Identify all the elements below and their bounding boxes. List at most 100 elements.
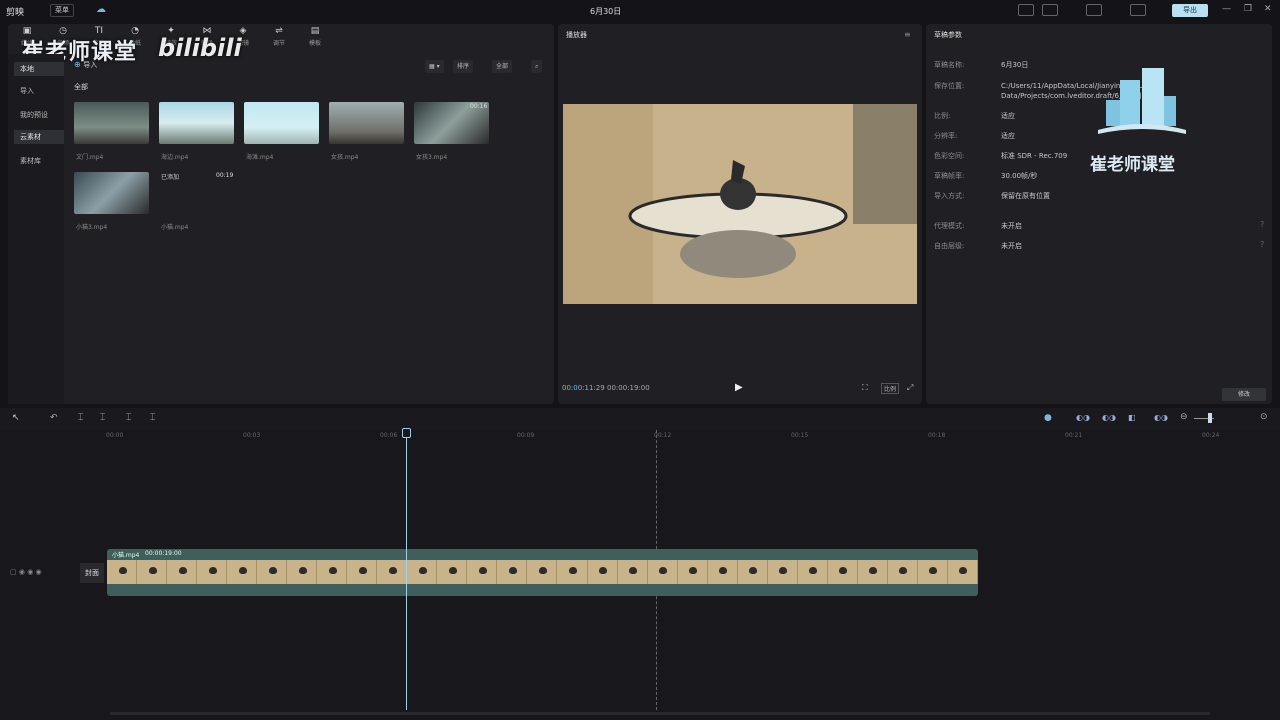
playhead-line[interactable] xyxy=(406,430,407,710)
tool-template[interactable]: ▤ 模板 xyxy=(300,26,330,47)
prop-label: 比例: xyxy=(934,112,951,120)
fullscreen-frame-icon[interactable]: ⛶ xyxy=(862,383,868,393)
clip-frame xyxy=(857,560,888,584)
prop-label: 自由层级: xyxy=(934,242,965,250)
media-thumb-1[interactable] xyxy=(74,102,149,144)
player-title: 播放器 xyxy=(566,31,587,39)
sidebar-item-presets[interactable]: 我的预设 xyxy=(14,108,64,122)
layout-icon[interactable] xyxy=(1018,4,1034,16)
magnet-icon[interactable]: ◐◑ xyxy=(1102,413,1116,422)
media-caption: 文门.mp4 xyxy=(76,154,104,161)
media-caption: 女孩3.mp4 xyxy=(416,154,448,161)
media-panel xyxy=(8,24,554,404)
playhead-handle[interactable] xyxy=(402,428,411,438)
video-preview[interactable] xyxy=(563,104,917,304)
snap-icon[interactable]: ◐◑ xyxy=(1154,413,1168,422)
time-tick: 00:06 xyxy=(380,432,398,439)
section-all-label: 全部 xyxy=(74,83,88,91)
media-thumb-3[interactable] xyxy=(244,102,319,144)
clip-frame xyxy=(557,560,588,584)
sidebar-item-import[interactable]: 导入 xyxy=(14,84,64,98)
ratio-button[interactable]: 比例 xyxy=(881,383,900,394)
import-icon: ⊕ xyxy=(74,60,81,69)
vip-icon[interactable] xyxy=(1086,4,1102,16)
total-time: 00:00:19:00 xyxy=(607,384,650,392)
expand-icon[interactable]: ⤢ xyxy=(907,383,913,393)
link-icon[interactable]: ◐◑ xyxy=(1076,413,1090,422)
properties-title: 草稿参数 xyxy=(934,31,962,39)
clip-frame xyxy=(107,560,138,584)
close-icon[interactable]: ✕ xyxy=(1264,4,1272,14)
prop-label: 导入方式: xyxy=(934,192,965,200)
media-thumb-4[interactable] xyxy=(329,102,404,144)
filter-all-button[interactable]: 全部 xyxy=(492,60,513,73)
preview-axis-icon[interactable]: ◧ xyxy=(1128,413,1136,422)
sidebar-item-cloud[interactable]: 云素材 xyxy=(14,130,64,144)
media-caption: 海滩.mp4 xyxy=(246,154,274,161)
media-thumb-6[interactable] xyxy=(74,172,149,214)
view-toggle-icon[interactable]: ▦ ▾ xyxy=(425,60,444,73)
track-mute-icon[interactable]: ◉ xyxy=(27,568,33,576)
split-icon[interactable]: ⌶ xyxy=(78,413,83,423)
zoom-slider-handle[interactable] xyxy=(1208,413,1212,423)
select-tool-icon[interactable]: ↖ xyxy=(12,413,20,423)
prop-value: 标准 SDR - Rec.709 xyxy=(1001,152,1068,160)
menu-button[interactable]: 菜单 xyxy=(50,4,74,17)
template-icon: ▤ xyxy=(310,26,320,36)
delete-icon[interactable]: ⌶ xyxy=(150,413,155,423)
publish-icon[interactable] xyxy=(1130,4,1146,16)
time-tick: 00:18 xyxy=(928,432,946,439)
help-icon[interactable]: ? xyxy=(1260,240,1264,249)
clip-frame xyxy=(767,560,798,584)
clip-frame xyxy=(647,560,678,584)
help-icon[interactable]: ? xyxy=(1260,220,1264,229)
watermark-text: 崔老师课堂 xyxy=(1090,155,1175,175)
play-icon[interactable]: ▶ xyxy=(735,382,743,393)
microphone-icon[interactable]: ● xyxy=(1044,413,1052,423)
export-button[interactable]: 导出 xyxy=(1172,4,1208,17)
prop-label: 草稿帧率: xyxy=(934,172,965,180)
clip-frame xyxy=(287,560,318,584)
prop-value: 适应 xyxy=(1001,112,1015,120)
media-thumb-2[interactable] xyxy=(159,102,234,144)
bilibili-logo: bilibili xyxy=(158,34,242,62)
undo-icon[interactable]: ↶ xyxy=(50,413,58,423)
track-lock-icon[interactable]: ▢ xyxy=(10,568,17,576)
tool-adjust[interactable]: ⇌ 调节 xyxy=(264,26,294,47)
cloud-sync-icon[interactable]: ☁ xyxy=(96,4,106,15)
classroom-logo-icon xyxy=(1098,68,1186,134)
time-tick: 00:21 xyxy=(1065,432,1083,439)
menu-icon[interactable]: ≡ xyxy=(904,30,911,39)
shortcut-icon[interactable] xyxy=(1042,4,1058,16)
minimize-icon[interactable]: — xyxy=(1222,4,1231,14)
timeline-scrollbar[interactable] xyxy=(110,712,1210,715)
track-hide-icon[interactable]: ◉ xyxy=(19,568,25,576)
prop-value: 6月30日 xyxy=(1001,61,1029,69)
media-caption: 女孩.mp4 xyxy=(331,154,359,161)
clip-frame xyxy=(527,560,558,584)
video-frame-image xyxy=(563,104,917,304)
sidebar-item-local[interactable]: 本地 xyxy=(14,62,64,76)
prop-label: 分辨率: xyxy=(934,132,958,140)
media-sidebar: 本地 导入 我的预设 云素材 素材库 xyxy=(8,54,64,404)
fit-timeline-icon[interactable]: ⊙ xyxy=(1260,412,1268,422)
sort-button[interactable]: 排序 xyxy=(453,60,474,73)
import-row[interactable]: ⊕ 导入 xyxy=(74,60,97,70)
clip-frame xyxy=(257,560,288,584)
zoom-out-icon[interactable]: ⊖ xyxy=(1180,412,1188,422)
media-caption: 海边.mp4 xyxy=(161,154,189,161)
media-duration: 00:19 xyxy=(216,172,234,179)
import-button[interactable]: 导入 xyxy=(83,61,97,69)
clip-frame xyxy=(227,560,258,584)
cover-button[interactable]: 封面 xyxy=(80,563,104,583)
clip-frame xyxy=(707,560,738,584)
current-time: 00:00:11:29 xyxy=(562,384,605,392)
trim-left-icon[interactable]: ⌶ xyxy=(100,413,105,423)
search-icon[interactable]: ⌕ xyxy=(531,60,543,73)
track-audio-icon[interactable]: ◉ xyxy=(36,568,42,576)
edit-button[interactable]: 修改 xyxy=(1222,388,1266,401)
maximize-icon[interactable]: ❐ xyxy=(1244,4,1252,14)
clip-frame xyxy=(587,560,618,584)
trim-right-icon[interactable]: ⌶ xyxy=(126,413,131,423)
sidebar-item-library[interactable]: 素材库 xyxy=(14,154,64,168)
